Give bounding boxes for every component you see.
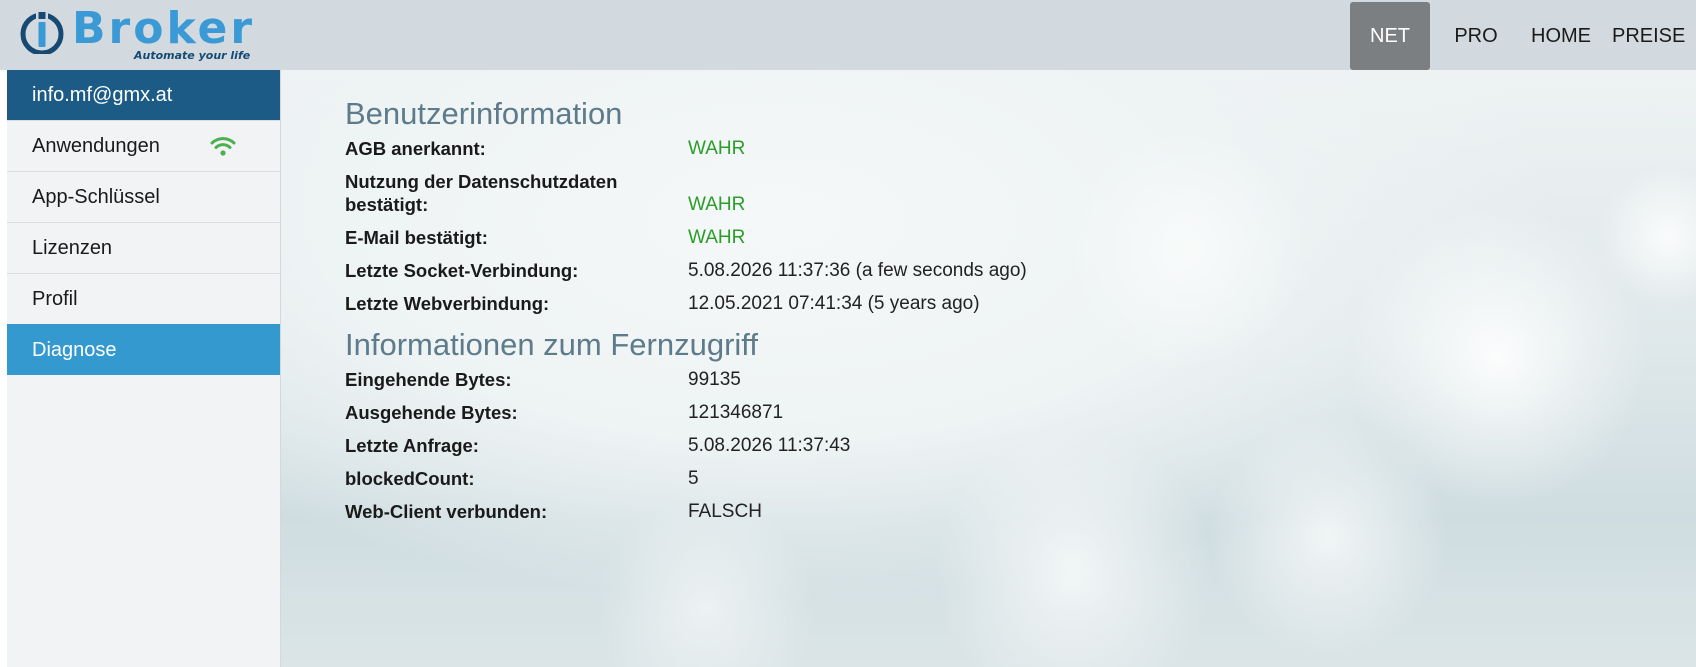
info-row: E-Mail bestätigt: WAHR bbox=[345, 220, 1245, 253]
info-label: Letzte Anfrage: bbox=[345, 435, 479, 456]
diagnose-panel: Benutzerinformation AGB anerkannt: WAHR … bbox=[345, 94, 1245, 527]
info-label: AGB anerkannt: bbox=[345, 138, 486, 159]
info-row: Nutzung der Datenschutzdaten bestätigt: … bbox=[345, 164, 1245, 220]
logo-circle-icon bbox=[20, 10, 64, 54]
sidebar-item-label: Anwendungen bbox=[32, 134, 160, 157]
top-header: Broker Automate your life NET PRO HOME P… bbox=[0, 0, 1696, 70]
info-value: FALSCH bbox=[688, 501, 762, 522]
sidebar-item-anwendungen[interactable]: Anwendungen bbox=[7, 120, 280, 171]
info-label: Web-Client verbunden: bbox=[345, 501, 548, 522]
info-label: blockedCount: bbox=[345, 468, 475, 489]
info-value: WAHR bbox=[688, 227, 746, 248]
info-row: Letzte Webverbindung: 12.05.2021 07:41:3… bbox=[345, 286, 1245, 319]
info-label: Eingehende Bytes: bbox=[345, 369, 512, 390]
info-label: Letzte Socket-Verbindung: bbox=[345, 260, 579, 281]
info-value: 5.08.2026 11:37:36 (a few seconds ago) bbox=[688, 260, 1027, 281]
nav-net[interactable]: NET bbox=[1350, 2, 1430, 70]
info-value: 121346871 bbox=[688, 402, 784, 423]
info-row: Web-Client verbunden: FALSCH bbox=[345, 494, 1245, 527]
sidebar-item-label: Lizenzen bbox=[32, 236, 113, 259]
logo-wordmark: Broker bbox=[72, 3, 256, 54]
section-title-user-info: Benutzerinformation bbox=[345, 96, 623, 131]
info-value: 5 bbox=[688, 468, 699, 489]
info-value: WAHR bbox=[688, 194, 746, 215]
nav-preise[interactable]: PREISE bbox=[1608, 2, 1696, 70]
info-row: Ausgehende Bytes: 121346871 bbox=[345, 395, 1245, 428]
info-row: Letzte Socket-Verbindung: 5.08.2026 11:3… bbox=[345, 253, 1245, 286]
nav-home[interactable]: HOME bbox=[1514, 2, 1608, 70]
wifi-icon bbox=[210, 135, 236, 163]
info-value: 12.05.2021 07:41:34 (5 years ago) bbox=[688, 293, 980, 314]
sidebar-item-label: Profil bbox=[32, 287, 78, 310]
sidebar-user-email[interactable]: info.mf@gmx.at bbox=[7, 70, 280, 120]
section-title-remote-info: Informationen zum Fernzugriff bbox=[345, 327, 758, 362]
info-row: AGB anerkannt: WAHR bbox=[345, 134, 1245, 164]
sidebar-item-label: Diagnose bbox=[32, 338, 117, 361]
sidebar-item-profil[interactable]: Profil bbox=[7, 273, 280, 324]
info-value: 5.08.2026 11:37:43 bbox=[688, 435, 851, 456]
nav-pro[interactable]: PRO bbox=[1438, 2, 1514, 70]
info-label: Nutzung der Datenschutzdaten bestätigt: bbox=[345, 171, 618, 215]
main-content: Benutzerinformation AGB anerkannt: WAHR … bbox=[281, 70, 1696, 667]
info-label: Ausgehende Bytes: bbox=[345, 402, 518, 423]
sidebar-item-label: App-Schlüssel bbox=[32, 185, 160, 208]
info-value: WAHR bbox=[688, 138, 746, 159]
info-row: blockedCount: 5 bbox=[345, 461, 1245, 494]
info-row: Letzte Anfrage: 5.08.2026 11:37:43 bbox=[345, 428, 1245, 461]
sidebar-item-diagnose[interactable]: Diagnose bbox=[7, 324, 280, 375]
sidebar-item-lizenzen[interactable]: Lizenzen bbox=[7, 222, 280, 273]
sidebar-item-app-schluessel[interactable]: App-Schlüssel bbox=[7, 171, 280, 222]
iobroker-logo[interactable]: Broker Automate your life bbox=[20, 4, 260, 64]
logo-tagline: Automate your life bbox=[134, 49, 251, 62]
info-label: E-Mail bestätigt: bbox=[345, 227, 488, 248]
info-label: Letzte Webverbindung: bbox=[345, 293, 550, 314]
info-value: 99135 bbox=[688, 369, 741, 390]
info-row: Eingehende Bytes: 99135 bbox=[345, 365, 1245, 395]
sidebar: info.mf@gmx.at Anwendungen App-Schlüssel… bbox=[7, 70, 281, 667]
app-window: Broker Automate your life NET PRO HOME P… bbox=[0, 0, 1696, 667]
top-nav: NET PRO HOME PREISE bbox=[1350, 2, 1696, 70]
